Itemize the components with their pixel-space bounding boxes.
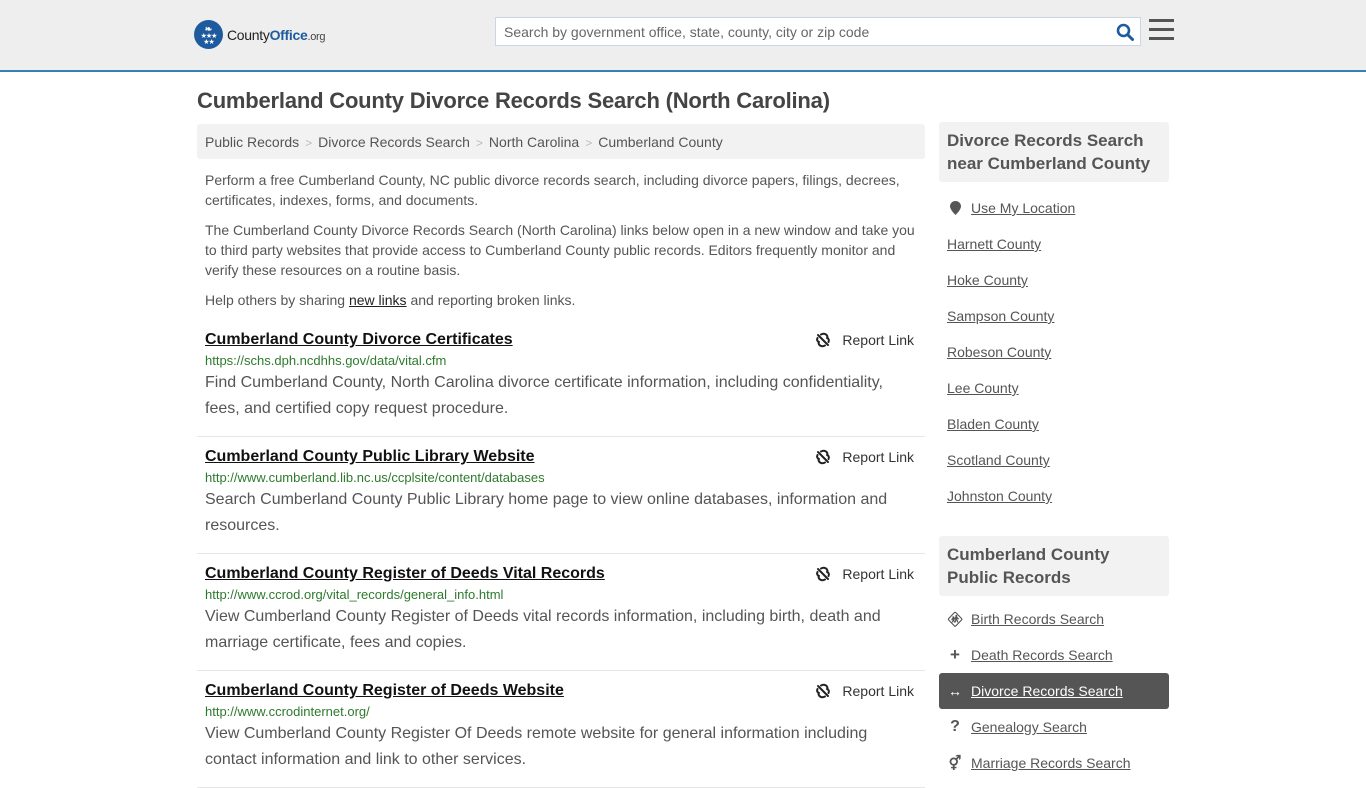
sidebar-item-label[interactable]: Divorce Records Search <box>971 683 1123 699</box>
result-title-link[interactable]: Cumberland County Public Library Website <box>205 448 535 466</box>
nearby-county-item: Bladen County <box>939 406 1169 442</box>
result-item: Cumberland County Register of Deeds Vita… <box>197 554 925 671</box>
site-logo[interactable]: ❧ ★★★ ★★ CountyOffice.org <box>194 20 326 49</box>
breadcrumb-cumberland-county[interactable]: Cumberland County <box>598 134 723 150</box>
result-title-link[interactable]: Cumberland County Register of Deeds Vita… <box>205 565 605 583</box>
sidebar-item-genealogy[interactable]: ? Genealogy Search <box>939 709 1169 745</box>
eagle-stars-icon: ❧ ★★★ ★★ <box>194 20 223 49</box>
breadcrumb-public-records[interactable]: Public Records <box>205 134 299 150</box>
sidebar-public-records-heading: Cumberland County Public Records <box>939 536 1169 596</box>
sidebar-item-label[interactable]: Death Records Search <box>971 647 1113 663</box>
public-records-list: 🚸︎ Birth Records Search + Death Records … <box>939 596 1169 781</box>
result-description: Search Cumberland County Public Library … <box>205 491 888 534</box>
map-marker-icon <box>947 201 963 215</box>
results-list: Cumberland County Divorce Certificates h… <box>197 320 925 788</box>
broken-link-icon <box>816 449 831 465</box>
report-link-button[interactable]: Report Link <box>815 566 914 582</box>
intro-text: Perform a free Cumberland County, NC pub… <box>205 170 920 320</box>
sidebar-nearby: Divorce Records Search near Cumberland C… <box>939 122 1169 514</box>
child-icon: 🚸︎ <box>946 610 964 627</box>
result-url: http://www.ccrodinternet.org/ <box>205 704 370 719</box>
sidebar-nearby-heading: Divorce Records Search near Cumberland C… <box>939 122 1169 182</box>
nearby-county-link[interactable]: Johnston County <box>947 488 1052 504</box>
result-item: Cumberland County Divorce Certificates h… <box>197 320 925 437</box>
search-icon <box>1116 23 1134 41</box>
breadcrumb-north-carolina[interactable]: North Carolina <box>489 134 579 150</box>
question-icon: ? <box>950 718 960 735</box>
result-description: View Cumberland County Register Of Deeds… <box>205 725 868 768</box>
logo-text: CountyOffice.org <box>227 26 326 43</box>
hamburger-menu-icon[interactable] <box>1149 19 1175 43</box>
intro-paragraph-2: The Cumberland County Divorce Records Se… <box>205 222 915 278</box>
venus-mars-icon: ⚥ <box>948 754 962 771</box>
nearby-county-link[interactable]: Sampson County <box>947 308 1054 324</box>
sidebar-item-divorce-records[interactable]: ↔ Divorce Records Search <box>939 673 1169 709</box>
nearby-county-link[interactable]: Scotland County <box>947 452 1050 468</box>
nearby-county-link[interactable]: Hoke County <box>947 272 1028 288</box>
nearby-county-item: Johnston County <box>939 478 1169 514</box>
breadcrumb-separator: > <box>305 136 313 150</box>
sidebar-item-label[interactable]: Birth Records Search <box>971 611 1104 627</box>
breadcrumb: Public Records > Divorce Records Search > No… <box>197 124 925 159</box>
nearby-county-link[interactable]: Robeson County <box>947 344 1051 360</box>
breadcrumb-divorce-records-search[interactable]: Divorce Records Search <box>318 134 470 150</box>
nearby-county-link[interactable]: Harnett County <box>947 236 1041 252</box>
search-input[interactable] <box>496 18 1110 45</box>
report-link-button[interactable]: Report Link <box>815 449 914 465</box>
broken-link-icon <box>816 683 831 699</box>
sidebar-item-marriage-records[interactable]: ⚥ Marriage Records Search <box>939 745 1169 781</box>
nearby-county-item: Sampson County <box>939 298 1169 334</box>
nearby-county-item: Harnett County <box>939 226 1169 262</box>
nearby-county-item: Lee County <box>939 370 1169 406</box>
result-title-link[interactable]: Cumberland County Divorce Certificates <box>205 331 513 349</box>
new-links-link[interactable]: new links <box>349 292 407 308</box>
intro-paragraph-1: Perform a free Cumberland County, NC pub… <box>205 172 900 208</box>
result-url: http://www.cumberland.lib.nc.us/ccplsite… <box>205 470 545 485</box>
nearby-county-list: Use My Location Harnett County Hoke Coun… <box>939 182 1169 514</box>
arrows-horizontal-icon: ↔ <box>948 683 962 699</box>
result-title-link[interactable]: Cumberland County Register of Deeds Webs… <box>205 682 564 700</box>
sidebar-item-death-records[interactable]: + Death Records Search <box>939 637 1169 673</box>
nearby-county-item: Hoke County <box>939 262 1169 298</box>
use-my-location-item: Use My Location <box>939 190 1169 226</box>
sidebar-public-records: Cumberland County Public Records 🚸︎ Birt… <box>939 536 1169 781</box>
breadcrumb-separator: > <box>585 136 593 150</box>
search-button[interactable] <box>1110 18 1140 45</box>
result-url: http://www.ccrod.org/vital_records/gener… <box>205 587 504 602</box>
sidebar-item-label[interactable]: Marriage Records Search <box>971 755 1131 771</box>
result-item: Cumberland County Register of Deeds Webs… <box>197 671 925 788</box>
result-description: Find Cumberland County, North Carolina d… <box>205 374 883 417</box>
sidebar-item-birth-records[interactable]: 🚸︎ Birth Records Search <box>939 601 1169 637</box>
page-title: Cumberland County Divorce Records Search… <box>197 88 830 113</box>
nearby-county-item: Robeson County <box>939 334 1169 370</box>
use-my-location-link[interactable]: Use My Location <box>971 200 1075 216</box>
report-link-button[interactable]: Report Link <box>815 332 914 348</box>
nearby-county-item: Scotland County <box>939 442 1169 478</box>
result-item: Cumberland County Public Library Website… <box>197 437 925 554</box>
plus-icon: + <box>950 645 960 664</box>
search-box <box>495 17 1141 46</box>
intro-paragraph-3: Help others by sharing new links and rep… <box>205 292 576 308</box>
nearby-county-link[interactable]: Bladen County <box>947 416 1039 432</box>
broken-link-icon <box>816 566 831 582</box>
broken-link-icon <box>816 332 831 348</box>
site-header: ❧ ★★★ ★★ CountyOffice.org <box>0 0 1366 72</box>
breadcrumb-separator: > <box>475 136 483 150</box>
result-url: https://schs.dph.ncdhhs.gov/data/vital.c… <box>205 353 447 368</box>
nearby-county-link[interactable]: Lee County <box>947 380 1019 396</box>
sidebar-item-label[interactable]: Genealogy Search <box>971 719 1087 735</box>
result-description: View Cumberland County Register of Deeds… <box>205 608 881 651</box>
report-link-button[interactable]: Report Link <box>815 683 914 699</box>
